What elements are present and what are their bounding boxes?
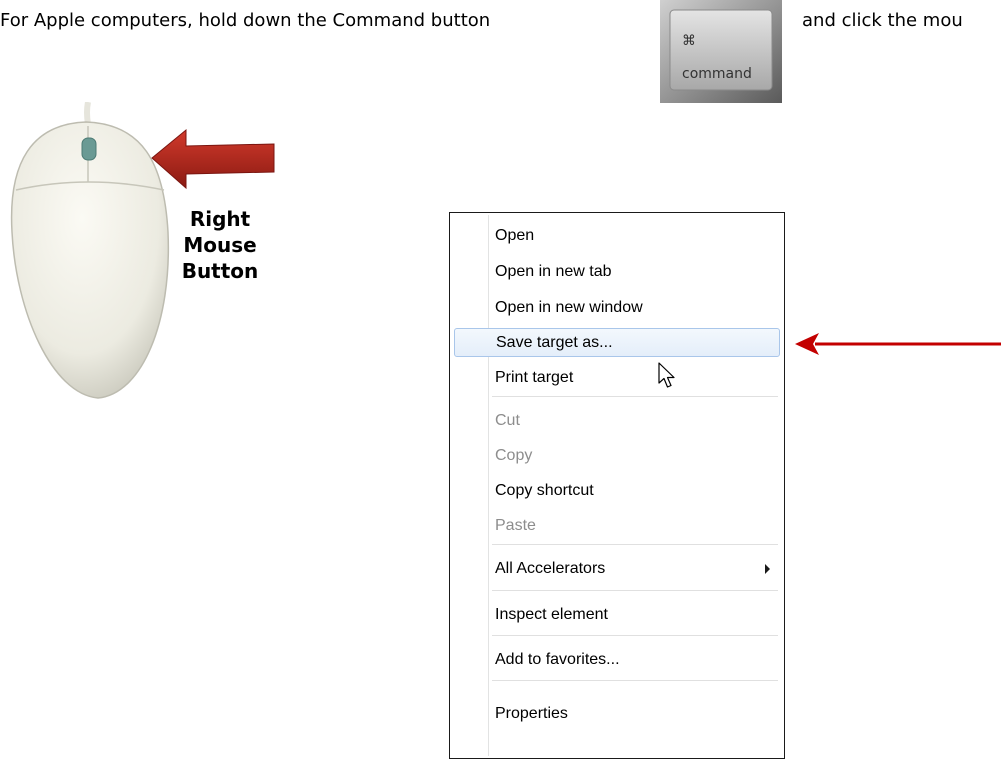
menu-separator — [492, 590, 778, 591]
instruction-text-left: For Apple computers, hold down the Comma… — [0, 10, 491, 31]
caption-line-right: Right — [189, 207, 251, 231]
command-label: command — [682, 66, 752, 82]
menu-item-all-accelerators[interactable]: All Accelerators — [454, 554, 780, 583]
menu-item-label: All Accelerators — [495, 560, 606, 577]
menu-item-add-to-favorites[interactable]: Add to favorites... — [454, 645, 780, 674]
menu-item-copy-shortcut[interactable]: Copy shortcut — [454, 476, 780, 505]
callout-arrow-icon — [793, 330, 1001, 358]
menu-item-print-target[interactable]: Print target — [454, 363, 780, 392]
scroll-wheel — [81, 137, 97, 161]
menu-separator — [492, 396, 778, 397]
menu-item-open-new-window[interactable]: Open in new window — [454, 293, 780, 322]
caption-line-button: Button — [181, 259, 259, 283]
mouse-illustration: Right Mouse Button — [2, 101, 284, 400]
command-symbol: ⌘ — [682, 33, 696, 49]
menu-item-copy: Copy — [495, 447, 533, 464]
mouse-body — [10, 121, 170, 399]
menu-separator — [492, 544, 778, 545]
menu-item-properties[interactable]: Properties — [454, 699, 780, 728]
menu-item-paste: Paste — [495, 517, 536, 534]
menu-separator — [492, 635, 778, 636]
submenu-arrow-icon — [765, 564, 770, 574]
menu-separator — [492, 680, 778, 681]
caption-line-mouse: Mouse — [183, 233, 257, 257]
context-menu: Open Open in new tab Open in new window … — [449, 212, 785, 759]
menu-item-cut: Cut — [495, 412, 520, 429]
command-key-image: ⌘ command — [660, 0, 782, 103]
menu-item-inspect-element[interactable]: Inspect element — [454, 600, 780, 629]
mouse-cable — [84, 101, 91, 125]
mouse-cursor-icon — [658, 362, 678, 390]
mouse-caption: Right Mouse Button — [174, 206, 266, 284]
menu-item-open[interactable]: Open — [454, 221, 780, 250]
instruction-text-right: and click the mou — [802, 10, 963, 31]
menu-item-save-target-as[interactable]: Save target as... — [454, 328, 780, 357]
menu-item-open-new-tab[interactable]: Open in new tab — [454, 257, 780, 286]
mouse-right-button-arrow-icon — [151, 128, 275, 190]
